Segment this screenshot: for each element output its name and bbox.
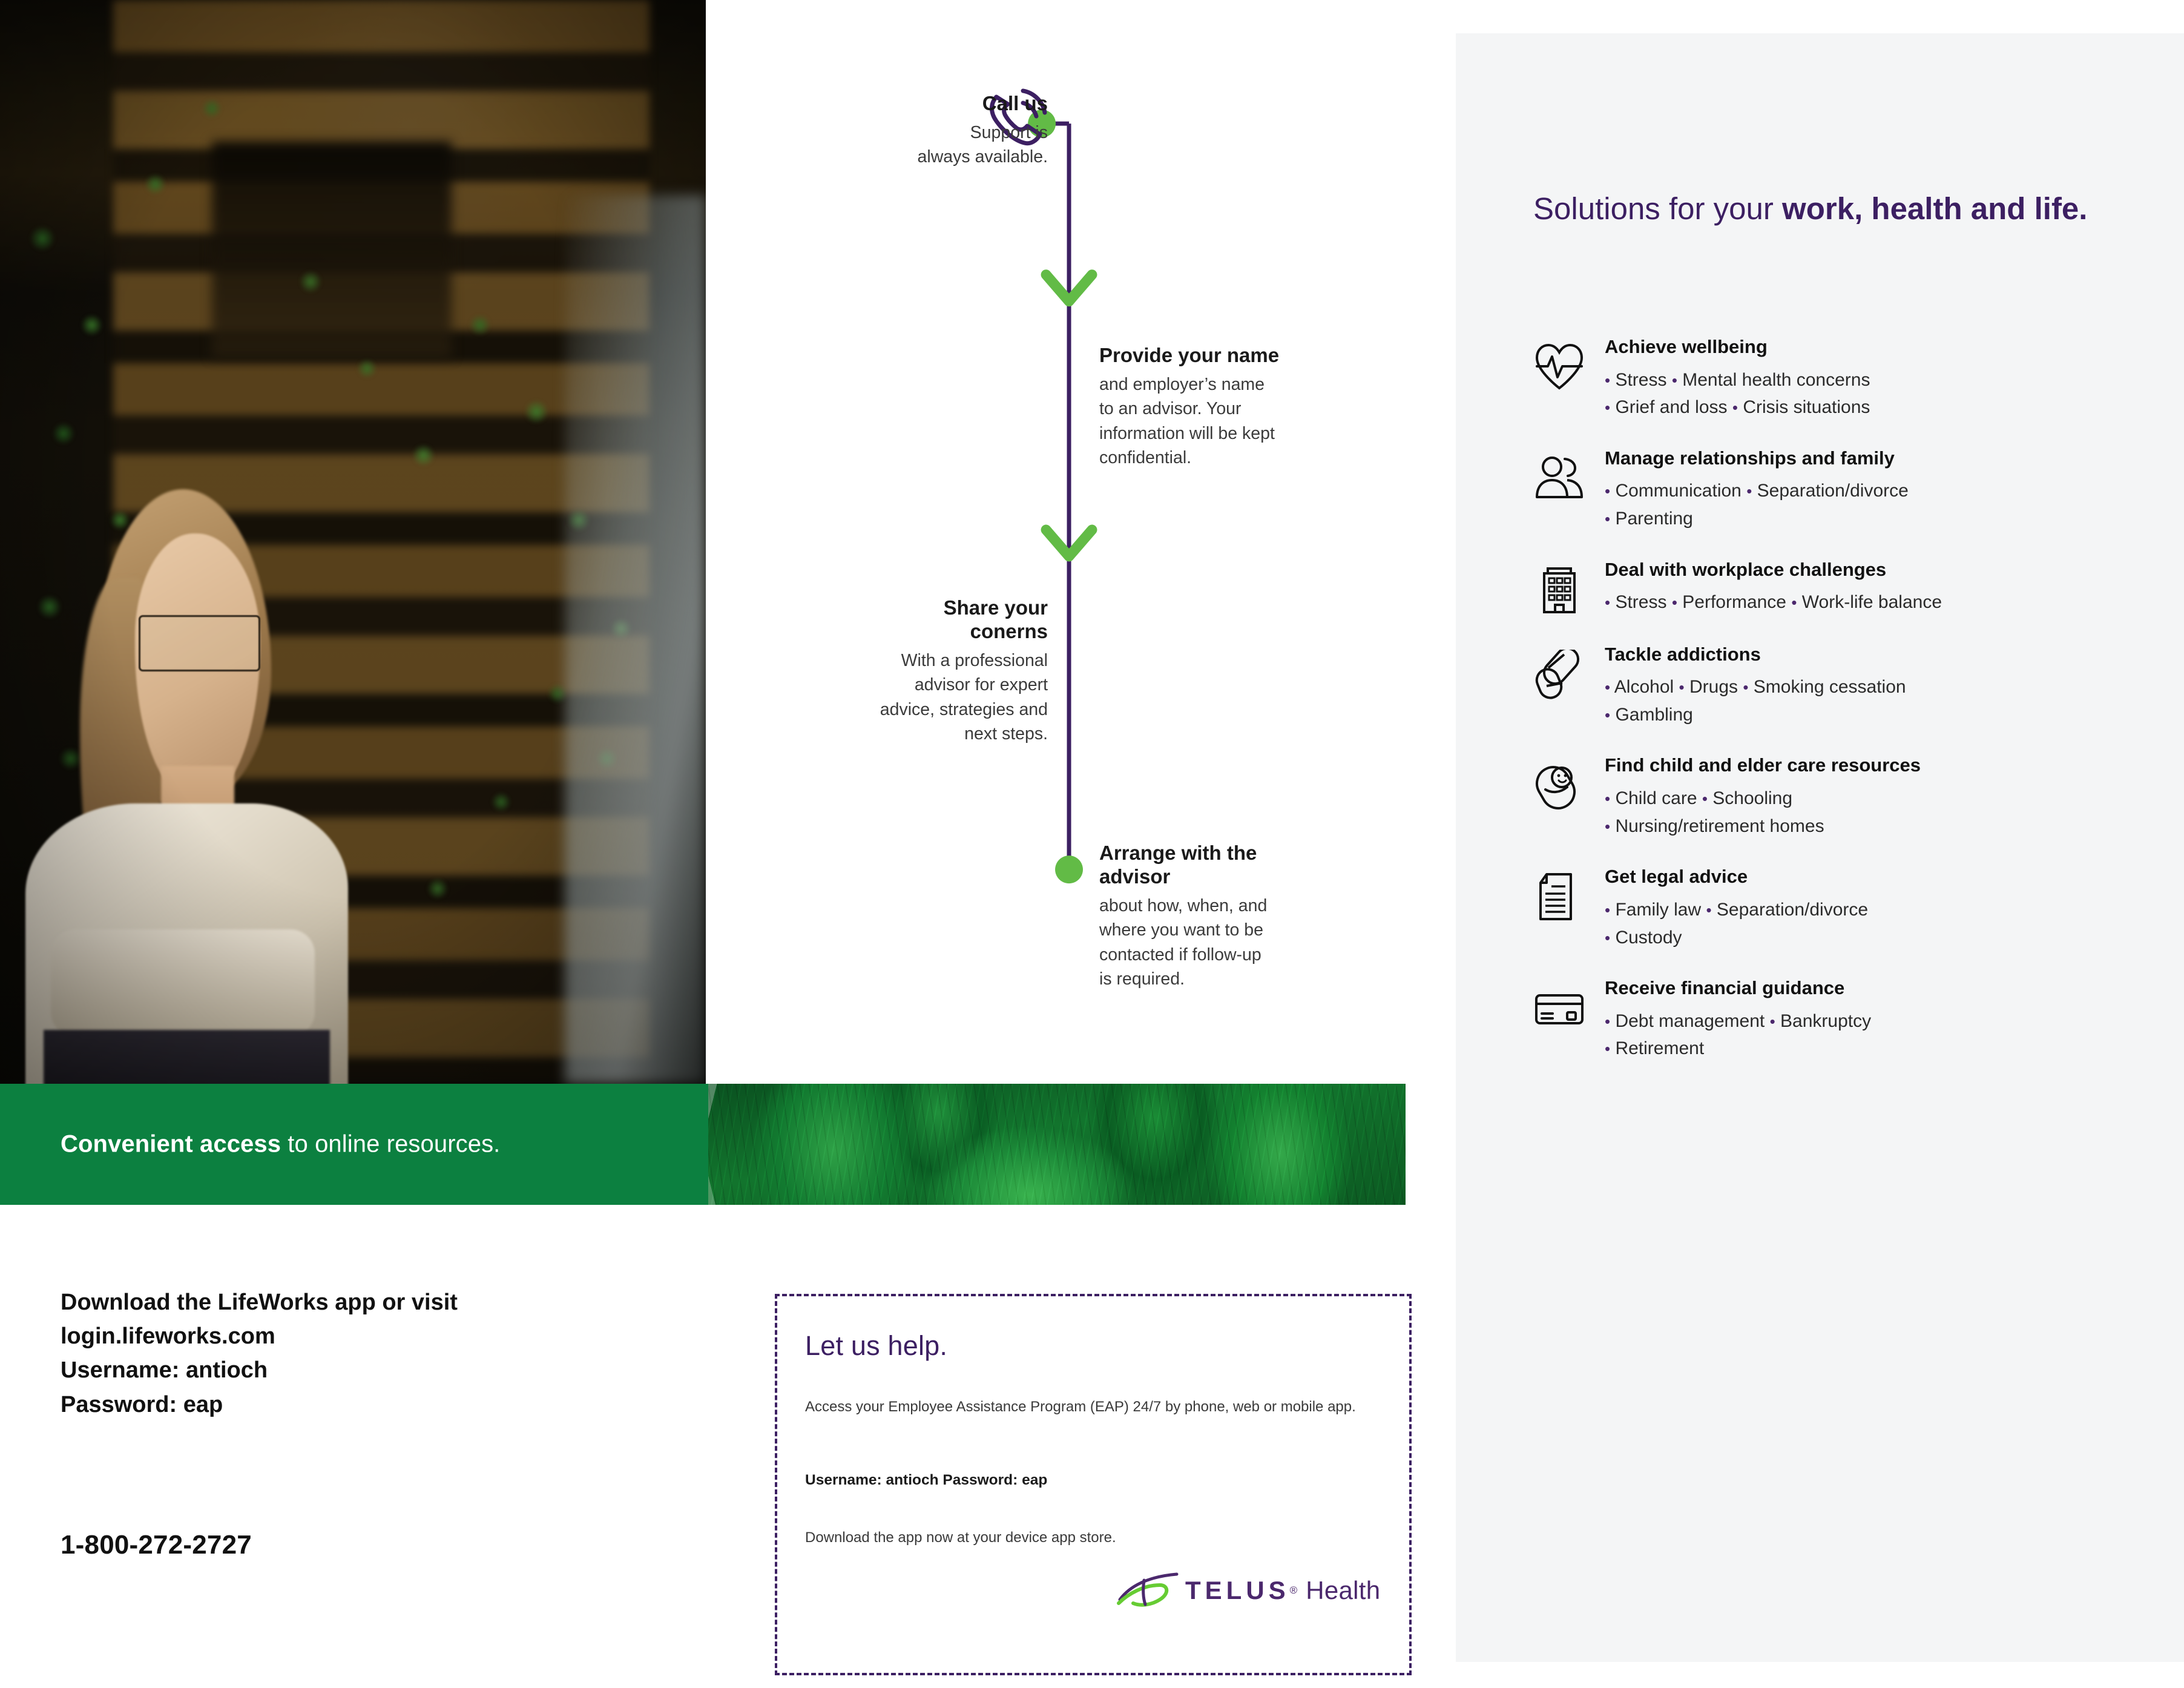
solution-name: Get legal advice xyxy=(1605,866,1748,888)
telus-health-logo: TELUS ® Health xyxy=(1116,1572,1380,1609)
pills-icon xyxy=(1533,644,1596,702)
bullet-line: • Alcohol • Drugs • Smoking cessation xyxy=(1605,677,1906,697)
timeline-step-call-us: Call us Support is always available. xyxy=(706,92,1048,170)
green-banner: Convenient access to online resources. xyxy=(0,1084,1406,1205)
succulent-texture xyxy=(708,1084,1406,1205)
office-building-icon xyxy=(1533,559,1596,618)
download-line: Download the LifeWorks app or visit xyxy=(61,1290,458,1315)
solution-bullets: • Stress • Performance • Work-life balan… xyxy=(1605,588,2145,616)
solutions-heading: Solutions for your work, health and life… xyxy=(1533,190,2126,228)
health-wordmark: Health xyxy=(1306,1576,1381,1604)
solution-bullets: • Stress • Mental health concerns • Grie… xyxy=(1605,366,2145,421)
bullet-line: • Family law • Separation/divorce xyxy=(1605,899,1869,920)
download-url[interactable]: login.lifeworks.com xyxy=(61,1319,666,1353)
bullet-line: • Debt management • Bankruptcy xyxy=(1605,1010,1872,1031)
bullet-line: • Gambling xyxy=(1605,704,1693,725)
download-instructions: Download the LifeWorks app or visit logi… xyxy=(61,1285,666,1422)
solution-name: Deal with workplace challenges xyxy=(1605,558,1887,580)
legal-document-icon xyxy=(1533,866,1596,925)
solution-bullets: • Alcohol • Drugs • Smoking cessation • … xyxy=(1605,673,2145,728)
process-timeline: 31 Call us Support is always available. … xyxy=(706,0,1759,1084)
solution-item: Manage relationships and family • Commun… xyxy=(1533,447,2145,533)
help-card-download-note: Download the app now at your device app … xyxy=(805,1529,1116,1546)
solution-bullets: • Child care • Schooling • Nursing/retir… xyxy=(1605,785,2145,840)
timeline-step-arrange-with-advisor: Arrange with the advisor about how, when… xyxy=(1099,842,1360,992)
step-title: Share your conerns xyxy=(943,596,1048,642)
download-password: Password: eap xyxy=(61,1391,223,1417)
solution-item: Tackle addictions • Alcohol • Drugs • Sm… xyxy=(1533,644,2145,729)
green-banner-rest: to online resources. xyxy=(281,1130,501,1158)
solution-bullets: • Debt management • Bankruptcy • Retirem… xyxy=(1605,1007,2145,1063)
step-body: Support is always available. xyxy=(917,122,1048,167)
telus-wordmark: TELUS xyxy=(1185,1576,1290,1604)
registered-mark: ® xyxy=(1289,1584,1298,1596)
bullet-line: • Stress • Performance • Work-life balan… xyxy=(1605,592,1942,613)
step-body: about how, when, and where you want to b… xyxy=(1099,895,1268,989)
heading-bold: work, health and life. xyxy=(1782,191,2088,226)
solution-item: Achieve wellbeing • Stress • Mental heal… xyxy=(1533,336,2145,421)
help-card-subtitle: Access your Employee Assistance Program … xyxy=(805,1399,1356,1415)
heart-pulse-icon xyxy=(1533,336,1596,395)
solution-bullets: • Communication • Separation/divorce • P… xyxy=(1605,477,2145,532)
credit-card-icon xyxy=(1533,977,1596,1036)
solution-name: Find child and elder care resources xyxy=(1605,754,1921,776)
solution-name: Achieve wellbeing xyxy=(1605,336,1768,357)
heading-normal: Solutions for your xyxy=(1533,191,1783,226)
succulent-photo xyxy=(708,1084,1406,1205)
help-card-credentials: Username: antioch Password: eap xyxy=(805,1472,1048,1488)
solution-item: Get legal advice • Family law • Separati… xyxy=(1533,866,2145,951)
solution-item: Deal with workplace challenges • Stress … xyxy=(1533,559,2145,618)
telus-swoosh-icon xyxy=(1117,1572,1179,1607)
solution-item: Receive financial guidance • Debt manage… xyxy=(1533,977,2145,1063)
bullet-line: • Nursing/retirement homes xyxy=(1605,816,1824,836)
timeline-step-provide-your-name: Provide your name and employer’s name to… xyxy=(1099,344,1353,470)
step-title: Call us xyxy=(982,92,1048,114)
green-banner-text: Convenient access to online resources. xyxy=(61,1131,500,1158)
solutions-list: Achieve wellbeing • Stress • Mental heal… xyxy=(1533,336,2145,1089)
solutions-panel: Solutions for your work, health and life… xyxy=(1456,33,2184,1662)
bullet-line: • Custody xyxy=(1605,927,1682,948)
step-body: With a professional advisor for expert a… xyxy=(880,650,1048,744)
brochure-page: Convenient access to online resources. C… xyxy=(0,0,2184,1688)
hero-image xyxy=(0,0,706,1084)
step-body: and employer’s name to an advisor. Your … xyxy=(1099,374,1275,468)
solution-name: Receive financial guidance xyxy=(1605,977,1845,999)
vignette-overlay xyxy=(0,0,706,1084)
green-banner-bold: Convenient access xyxy=(61,1130,281,1158)
bullet-line: • Stress • Mental health concerns xyxy=(1605,369,1870,390)
download-username: Username: antioch xyxy=(61,1357,268,1383)
bullet-line: • Retirement xyxy=(1605,1038,1705,1059)
bullet-line: • Parenting xyxy=(1605,509,1693,529)
help-card-title: Let us help. xyxy=(805,1330,948,1361)
solution-name: Tackle addictions xyxy=(1605,643,1761,665)
solution-name: Manage relationships and family xyxy=(1605,447,1895,469)
two-people-icon xyxy=(1533,447,1596,506)
bullet-line: • Child care • Schooling xyxy=(1605,788,1793,809)
phone-number[interactable]: 1-800-272-2727 xyxy=(61,1530,252,1560)
step-title: Arrange with the advisor xyxy=(1099,842,1257,888)
bullet-line: • Communication • Separation/divorce xyxy=(1605,481,1909,501)
swaddled-baby-icon xyxy=(1533,754,1596,813)
step-title: Provide your name xyxy=(1099,344,1280,366)
solution-bullets: • Family law • Separation/divorce • Cust… xyxy=(1605,896,2145,951)
bullet-line: • Grief and loss • Crisis situations xyxy=(1605,397,1870,418)
solution-item: Find child and elder care resources • Ch… xyxy=(1533,754,2145,840)
timeline-step-share-your-concerns: Share your conerns With a professional a… xyxy=(706,596,1048,747)
let-us-help-card: Let us help. Access your Employee Assist… xyxy=(775,1294,1412,1675)
